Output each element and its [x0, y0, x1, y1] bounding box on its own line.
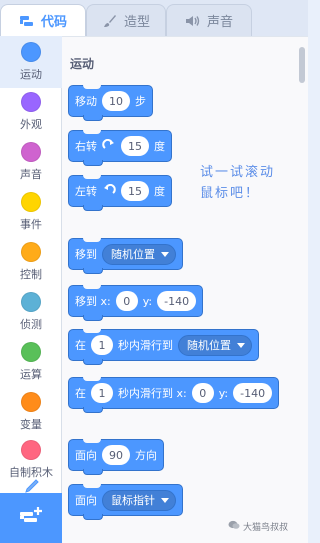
caret-down-icon: [161, 497, 169, 503]
section-title-motion: 运动: [70, 57, 95, 71]
category-sound[interactable]: 声音: [0, 136, 62, 188]
block-text: 秒内滑行到: [118, 339, 173, 352]
add-extension-button[interactable]: [0, 493, 62, 543]
block-goto-xy[interactable]: 移到 x: 0 y: -140: [68, 285, 204, 321]
category-looks[interactable]: 外观: [0, 86, 62, 138]
wechat-icon: [228, 520, 240, 533]
category-menu: 运动 外观 声音 事件 控制 侦测 运算 变量 自制积木: [0, 36, 62, 543]
tab-bar: 代码 造型 声音: [0, 0, 308, 36]
tab-costumes[interactable]: 造型: [86, 4, 166, 36]
hint-line-1: 试一试滚动: [200, 165, 276, 180]
block-glide[interactable]: 在 1 秒内滑行到 随机位置: [68, 329, 259, 365]
category-label: 运算: [20, 368, 42, 381]
category-variables[interactable]: 变量: [0, 386, 62, 438]
direction-input[interactable]: 90: [102, 445, 130, 465]
category-label: 控制: [20, 268, 42, 281]
block-palette[interactable]: 运动 移动 10 步 右转 15 度 左转 15 度 移到 随机位置 移到 x:…: [62, 36, 308, 543]
block-turn-right[interactable]: 右转 15 度: [68, 130, 172, 166]
block-point-direction[interactable]: 面向 90 方向: [68, 439, 164, 475]
category-motion[interactable]: 运动: [0, 36, 62, 88]
block-goto[interactable]: 移到 随机位置: [68, 238, 183, 274]
speaker-icon: [185, 14, 201, 28]
looks-color-dot: [21, 92, 41, 112]
code-icon: [19, 14, 35, 28]
block-text: 在: [75, 387, 86, 400]
block-text: y:: [218, 386, 229, 400]
watermark-text: 大猫鸟叔叔: [243, 523, 289, 533]
degrees-input[interactable]: 15: [121, 136, 149, 156]
category-label: 声音: [20, 168, 42, 181]
block-text: 移到: [75, 248, 97, 261]
caret-down-icon: [237, 342, 245, 348]
scroll-hint-annotation: 试一试滚动 鼠标吧！: [200, 162, 300, 204]
y-input[interactable]: -140: [233, 383, 273, 403]
category-label: 变量: [20, 418, 42, 431]
rotate-right-icon: [102, 139, 116, 153]
watermark: 大猫鸟叔叔: [228, 520, 288, 533]
scratch-editor: 代码 造型 声音 运动 外观 声音 事件 控制 侦测 运算 变量 自制积木 运动…: [0, 0, 308, 543]
block-text: 移到 x:: [75, 295, 111, 308]
category-sensing[interactable]: 侦测: [0, 286, 62, 338]
add-extension-icon: [18, 506, 44, 530]
palette-scrollbar[interactable]: [299, 47, 305, 83]
block-move-steps[interactable]: 移动 10 步: [68, 85, 153, 121]
events-color-dot: [21, 192, 41, 212]
block-text: 面向: [75, 494, 97, 507]
category-control[interactable]: 控制: [0, 236, 62, 288]
block-text: 方向: [135, 449, 157, 462]
my-blocks-color-dot: [21, 440, 41, 460]
block-text: 右转: [75, 140, 97, 153]
block-text: 度: [154, 185, 165, 198]
category-label: 事件: [20, 218, 42, 231]
category-label: 外观: [20, 118, 42, 131]
block-text: 面向: [75, 449, 97, 462]
sound-color-dot: [21, 142, 41, 162]
tab-code-label: 代码: [40, 15, 67, 30]
rotate-left-icon: [102, 184, 116, 198]
sensing-color-dot: [21, 292, 41, 312]
dropdown-value: 随机位置: [111, 248, 155, 261]
hint-line-2: 鼠标吧！: [200, 186, 261, 201]
block-glide-xy[interactable]: 在 1 秒内滑行到 x: 0 y: -140: [68, 377, 280, 413]
pen-extension-icon[interactable]: [22, 478, 40, 493]
category-label: 侦测: [20, 318, 42, 331]
block-text: 度: [154, 140, 165, 153]
seconds-input[interactable]: 1: [91, 335, 113, 355]
category-operators[interactable]: 运算: [0, 336, 62, 388]
dropdown-value: 随机位置: [187, 339, 231, 352]
block-text: y:: [142, 294, 153, 308]
tab-sounds-label: 声音: [206, 15, 233, 30]
block-turn-left[interactable]: 左转 15 度: [68, 175, 172, 211]
operators-color-dot: [21, 342, 41, 362]
motion-color-dot: [21, 42, 41, 62]
block-text: 秒内滑行到 x:: [118, 387, 187, 400]
x-input[interactable]: 0: [115, 291, 138, 311]
brush-icon: [102, 14, 118, 28]
dropdown-value: 鼠标指针: [111, 494, 155, 507]
tab-sounds[interactable]: 声音: [166, 4, 252, 36]
category-events[interactable]: 事件: [0, 186, 62, 238]
tab-code[interactable]: 代码: [0, 4, 86, 36]
block-text: 在: [75, 339, 86, 352]
steps-input[interactable]: 10: [102, 91, 130, 111]
point-towards-dropdown[interactable]: 鼠标指针: [102, 489, 176, 511]
block-text: 步: [135, 95, 146, 108]
block-point-towards[interactable]: 面向 鼠标指针: [68, 484, 183, 520]
variables-color-dot: [21, 392, 41, 412]
x-input[interactable]: 0: [191, 383, 214, 403]
seconds-input[interactable]: 1: [91, 383, 113, 403]
degrees-input[interactable]: 15: [121, 181, 149, 201]
caret-down-icon: [161, 251, 169, 257]
y-input[interactable]: -140: [157, 291, 197, 311]
control-color-dot: [21, 242, 41, 262]
tab-costumes-label: 造型: [123, 15, 150, 30]
block-text: 移动: [75, 95, 97, 108]
category-label: 运动: [20, 68, 42, 81]
goto-target-dropdown[interactable]: 随机位置: [102, 243, 176, 265]
glide-target-dropdown[interactable]: 随机位置: [178, 334, 252, 356]
block-text: 左转: [75, 185, 97, 198]
